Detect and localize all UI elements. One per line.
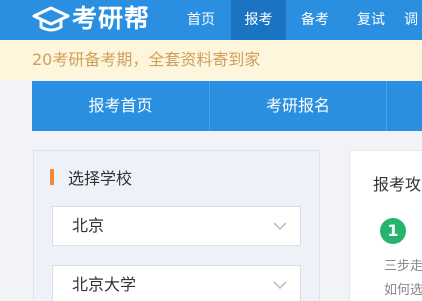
graduation-cap-icon — [32, 6, 70, 32]
region-select[interactable]: 北京 — [52, 206, 301, 246]
section-tabs: 报考首页 考研报名 — [32, 81, 422, 131]
promo-text: 20考研备考期，全套资料寄到家 — [32, 50, 261, 69]
guide-step-text[interactable]: 如何选 — [384, 279, 422, 298]
brand-name: 考研帮 — [72, 4, 151, 33]
tab-registration[interactable]: 考研报名 — [210, 81, 386, 131]
step-number-badge: 1 — [380, 218, 406, 244]
title-accent-bar — [50, 169, 54, 185]
school-selector-panel: 选择学校 北京 北京大学 — [33, 150, 320, 301]
guide-step-text[interactable]: 三步走 — [384, 255, 422, 274]
school-selector-title: 选择学校 — [68, 169, 133, 188]
top-nav: 考研帮 首页 报考 备考 复试 调 — [0, 0, 422, 40]
apply-guide-panel: 报考攻 1 三步走 如何选 — [349, 150, 422, 301]
chevron-down-icon — [273, 222, 287, 231]
nav-item-home[interactable]: 首页 — [174, 0, 228, 40]
school-select-value: 北京大学 — [72, 275, 137, 294]
nav-item-apply[interactable]: 报考 — [231, 0, 286, 40]
nav-item-retest[interactable]: 复试 — [344, 0, 398, 40]
chevron-down-icon — [273, 281, 287, 290]
tab-apply-home[interactable]: 报考首页 — [32, 81, 209, 131]
nav-item-prepare[interactable]: 备考 — [288, 0, 342, 40]
nav-item-adjust[interactable]: 调 — [404, 0, 422, 40]
promo-banner[interactable]: 20考研备考期，全套资料寄到家 — [0, 40, 422, 80]
school-select[interactable]: 北京大学 — [52, 265, 301, 301]
panel-title: 选择学校 — [50, 165, 132, 189]
region-select-value: 北京 — [72, 216, 105, 235]
guide-title: 报考攻 — [373, 175, 422, 194]
tab-divider — [386, 81, 387, 131]
logo[interactable]: 考研帮 — [32, 4, 150, 34]
